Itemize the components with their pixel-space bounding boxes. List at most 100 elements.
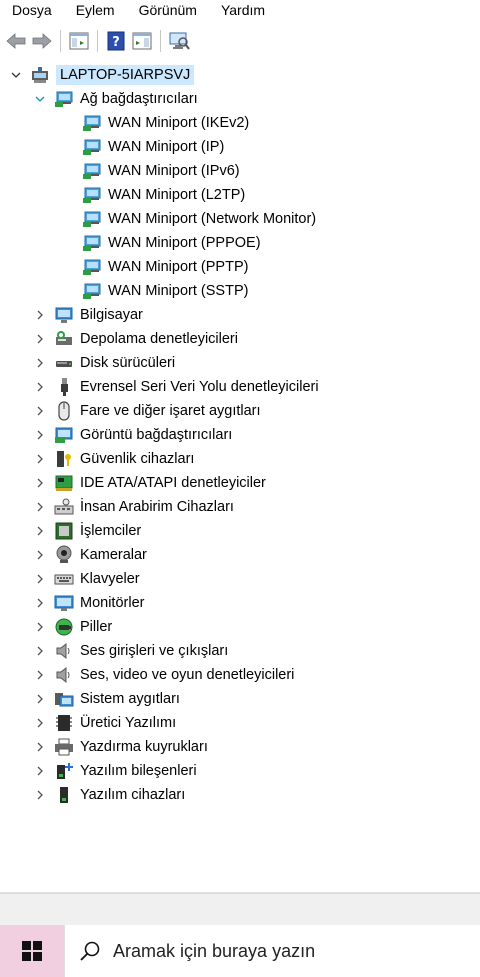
start-button[interactable] (0, 925, 64, 977)
network-adapter-icon (82, 233, 102, 253)
network-adapter-icon (82, 281, 102, 301)
chevron-right-icon[interactable] (34, 693, 46, 705)
chevron-right-icon[interactable] (34, 717, 46, 729)
chevron-down-icon[interactable] (34, 93, 46, 105)
chevron-right-icon[interactable] (34, 333, 46, 345)
back-arrow-icon (6, 33, 26, 49)
category-firmware[interactable]: Üretici Yazılımı (34, 711, 176, 735)
category-system-devices[interactable]: Sistem aygıtları (34, 687, 180, 711)
chevron-right-icon[interactable] (34, 453, 46, 465)
storage-controller-icon (54, 329, 74, 349)
category-label: Fare ve diğer işaret aygıtları (80, 403, 261, 419)
taskbar-search-box[interactable]: Aramak için buraya yazın (64, 925, 480, 977)
chevron-right-icon[interactable] (34, 525, 46, 537)
computer-icon (54, 305, 74, 325)
device-label: WAN Miniport (Network Monitor) (108, 211, 317, 227)
device-wan-miniport-ip[interactable]: WAN Miniport (IP) (82, 135, 224, 159)
forward-button[interactable] (30, 29, 54, 53)
category-batteries[interactable]: Piller (34, 615, 112, 639)
category-disk-drives[interactable]: Disk sürücüleri (34, 351, 175, 375)
toolbar-separator (97, 30, 98, 52)
category-label: Disk sürücüleri (80, 355, 176, 371)
category-software-components[interactable]: Yazılım bileşenleri (34, 759, 197, 783)
category-keyboards[interactable]: Klavyeler (34, 567, 140, 591)
device-wan-miniport-pppoe[interactable]: WAN Miniport (PPPOE) (82, 231, 261, 255)
category-processors[interactable]: İşlemciler (34, 519, 141, 543)
menu-file[interactable]: Dosya (0, 1, 64, 19)
help-button[interactable]: ? (104, 29, 128, 53)
category-label: Güvenlik cihazları (80, 451, 195, 467)
category-audio-io[interactable]: Ses girişleri ve çıkışları (34, 639, 228, 663)
category-sound-controllers[interactable]: Ses, video ve oyun denetleyicileri (34, 663, 294, 687)
chevron-right-icon[interactable] (34, 573, 46, 585)
chevron-right-icon[interactable] (34, 477, 46, 489)
device-wan-miniport-ipv6[interactable]: WAN Miniport (IPv6) (82, 159, 240, 183)
category-label: Ses girişleri ve çıkışları (80, 643, 229, 659)
category-hid[interactable]: İnsan Arabirim Cihazları (34, 495, 234, 519)
keyboard-icon (54, 569, 74, 589)
computer-icon (30, 65, 50, 85)
network-adapter-icon (82, 257, 102, 277)
action-pane-button[interactable] (130, 29, 154, 53)
chevron-down-icon[interactable] (10, 69, 22, 81)
battery-icon (54, 617, 74, 637)
device-wan-miniport-l2tp[interactable]: WAN Miniport (L2TP) (82, 183, 245, 207)
chevron-right-icon[interactable] (34, 789, 46, 801)
status-bar (0, 893, 480, 926)
menu-view[interactable]: Görünüm (127, 1, 209, 19)
chevron-right-icon[interactable] (34, 621, 46, 633)
windows-logo-icon (22, 941, 42, 961)
category-ide-controllers[interactable]: IDE ATA/ATAPI denetleyiciler (34, 471, 266, 495)
processor-icon (54, 521, 74, 541)
forward-arrow-icon (32, 33, 52, 49)
category-label: Sistem aygıtları (80, 691, 180, 707)
chevron-right-icon[interactable] (34, 429, 46, 441)
device-wan-miniport-network-monitor[interactable]: WAN Miniport (Network Monitor) (82, 207, 316, 231)
software-component-icon (54, 761, 74, 781)
category-software-devices[interactable]: Yazılım cihazları (34, 783, 185, 807)
menu-help[interactable]: Yardım (209, 1, 277, 19)
device-wan-miniport-ikev2[interactable]: WAN Miniport (IKEv2) (82, 111, 249, 135)
svg-text:?: ? (112, 35, 120, 50)
category-cameras[interactable]: Kameralar (34, 543, 147, 567)
disk-drive-icon (54, 353, 74, 373)
category-print-queues[interactable]: Yazdırma kuyrukları (34, 735, 208, 759)
chevron-right-icon[interactable] (34, 357, 46, 369)
toolbar: ? (0, 26, 480, 56)
category-storage-controllers[interactable]: Depolama denetleyicileri (34, 327, 238, 351)
camera-icon (54, 545, 74, 565)
category-monitors[interactable]: Monitörler (34, 591, 144, 615)
tree-root[interactable]: LAPTOP-5IARPSVJ (10, 63, 195, 87)
chevron-right-icon[interactable] (34, 501, 46, 513)
back-button[interactable] (4, 29, 28, 53)
chevron-right-icon[interactable] (34, 645, 46, 657)
category-security-devices[interactable]: Güvenlik cihazları (34, 447, 194, 471)
network-adapter-icon (82, 137, 102, 157)
scan-hardware-button[interactable] (167, 29, 191, 53)
category-usb-controllers[interactable]: Evrensel Seri Veri Yolu denetleyicileri (34, 375, 319, 399)
category-network-adapters[interactable]: Ağ bağdaştırıcıları (34, 87, 198, 111)
chevron-right-icon[interactable] (34, 381, 46, 393)
show-hide-console-tree-button[interactable] (67, 29, 91, 53)
device-wan-miniport-pptp[interactable]: WAN Miniport (PPTP) (82, 255, 248, 279)
chevron-right-icon[interactable] (34, 597, 46, 609)
usb-icon (54, 377, 74, 397)
device-label: WAN Miniport (SSTP) (108, 283, 249, 299)
ide-controller-icon (54, 473, 74, 493)
category-label: IDE ATA/ATAPI denetleyiciler (80, 475, 266, 491)
chevron-right-icon[interactable] (34, 765, 46, 777)
category-display-adapters[interactable]: Görüntü bağdaştırıcıları (34, 423, 232, 447)
chevron-right-icon[interactable] (34, 405, 46, 417)
search-icon (80, 941, 100, 961)
system-device-icon (54, 689, 74, 709)
chevron-right-icon[interactable] (34, 309, 46, 321)
chevron-right-icon[interactable] (34, 549, 46, 561)
chevron-right-icon[interactable] (34, 741, 46, 753)
search-placeholder: Aramak için buraya yazın (113, 940, 316, 961)
device-wan-miniport-sstp[interactable]: WAN Miniport (SSTP) (82, 279, 248, 303)
category-computer[interactable]: Bilgisayar (34, 303, 143, 327)
chevron-right-icon[interactable] (34, 669, 46, 681)
menu-action[interactable]: Eylem (64, 1, 127, 19)
category-mice[interactable]: Fare ve diğer işaret aygıtları (34, 399, 261, 423)
device-label: WAN Miniport (PPPOE) (108, 235, 261, 251)
